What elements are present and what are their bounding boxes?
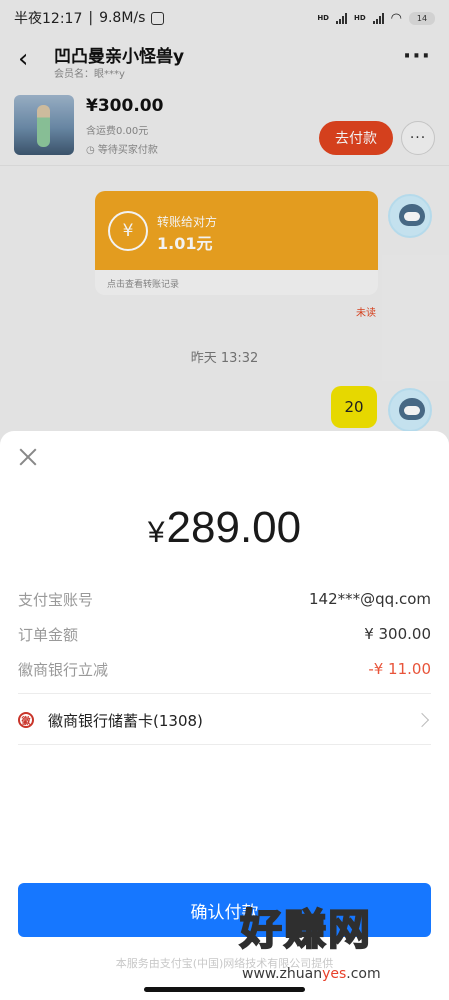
row-label: 订单金额 — [18, 625, 79, 644]
discount-row: 徽商银行立减 -¥ 11.00 — [18, 657, 431, 681]
watermark: 好赚网 www.zhuanyes.com — [239, 896, 440, 992]
currency-symbol: ¥ — [147, 516, 165, 549]
watermark-url: www.zhuanyes.com — [242, 966, 381, 982]
order-amount-row: 订单金额 ¥ 300.00 — [18, 622, 431, 646]
row-value: 142***@qq.com — [309, 590, 431, 608]
amount-value: 289.00 — [166, 503, 302, 552]
divider — [18, 744, 431, 745]
close-icon[interactable] — [16, 445, 40, 469]
chevron-right-icon — [414, 712, 430, 728]
alipay-account-row: 支付宝账号 142***@qq.com — [18, 587, 431, 611]
row-label: 徽商银行立减 — [18, 660, 109, 679]
payment-method-selector[interactable]: 徽 徽商银行储蓄卡(1308) — [18, 707, 431, 733]
row-value: ¥ 300.00 — [364, 625, 431, 643]
bank-card-label: 徽商银行储蓄卡(1308) — [48, 711, 203, 730]
watermark-logo: 好赚网 — [239, 904, 373, 955]
discount-value: -¥ 11.00 — [368, 660, 431, 678]
payment-amount: ¥289.00 — [0, 503, 449, 553]
bank-logo-icon: 徽 — [18, 712, 34, 728]
divider — [18, 693, 431, 694]
row-label: 支付宝账号 — [18, 590, 94, 609]
